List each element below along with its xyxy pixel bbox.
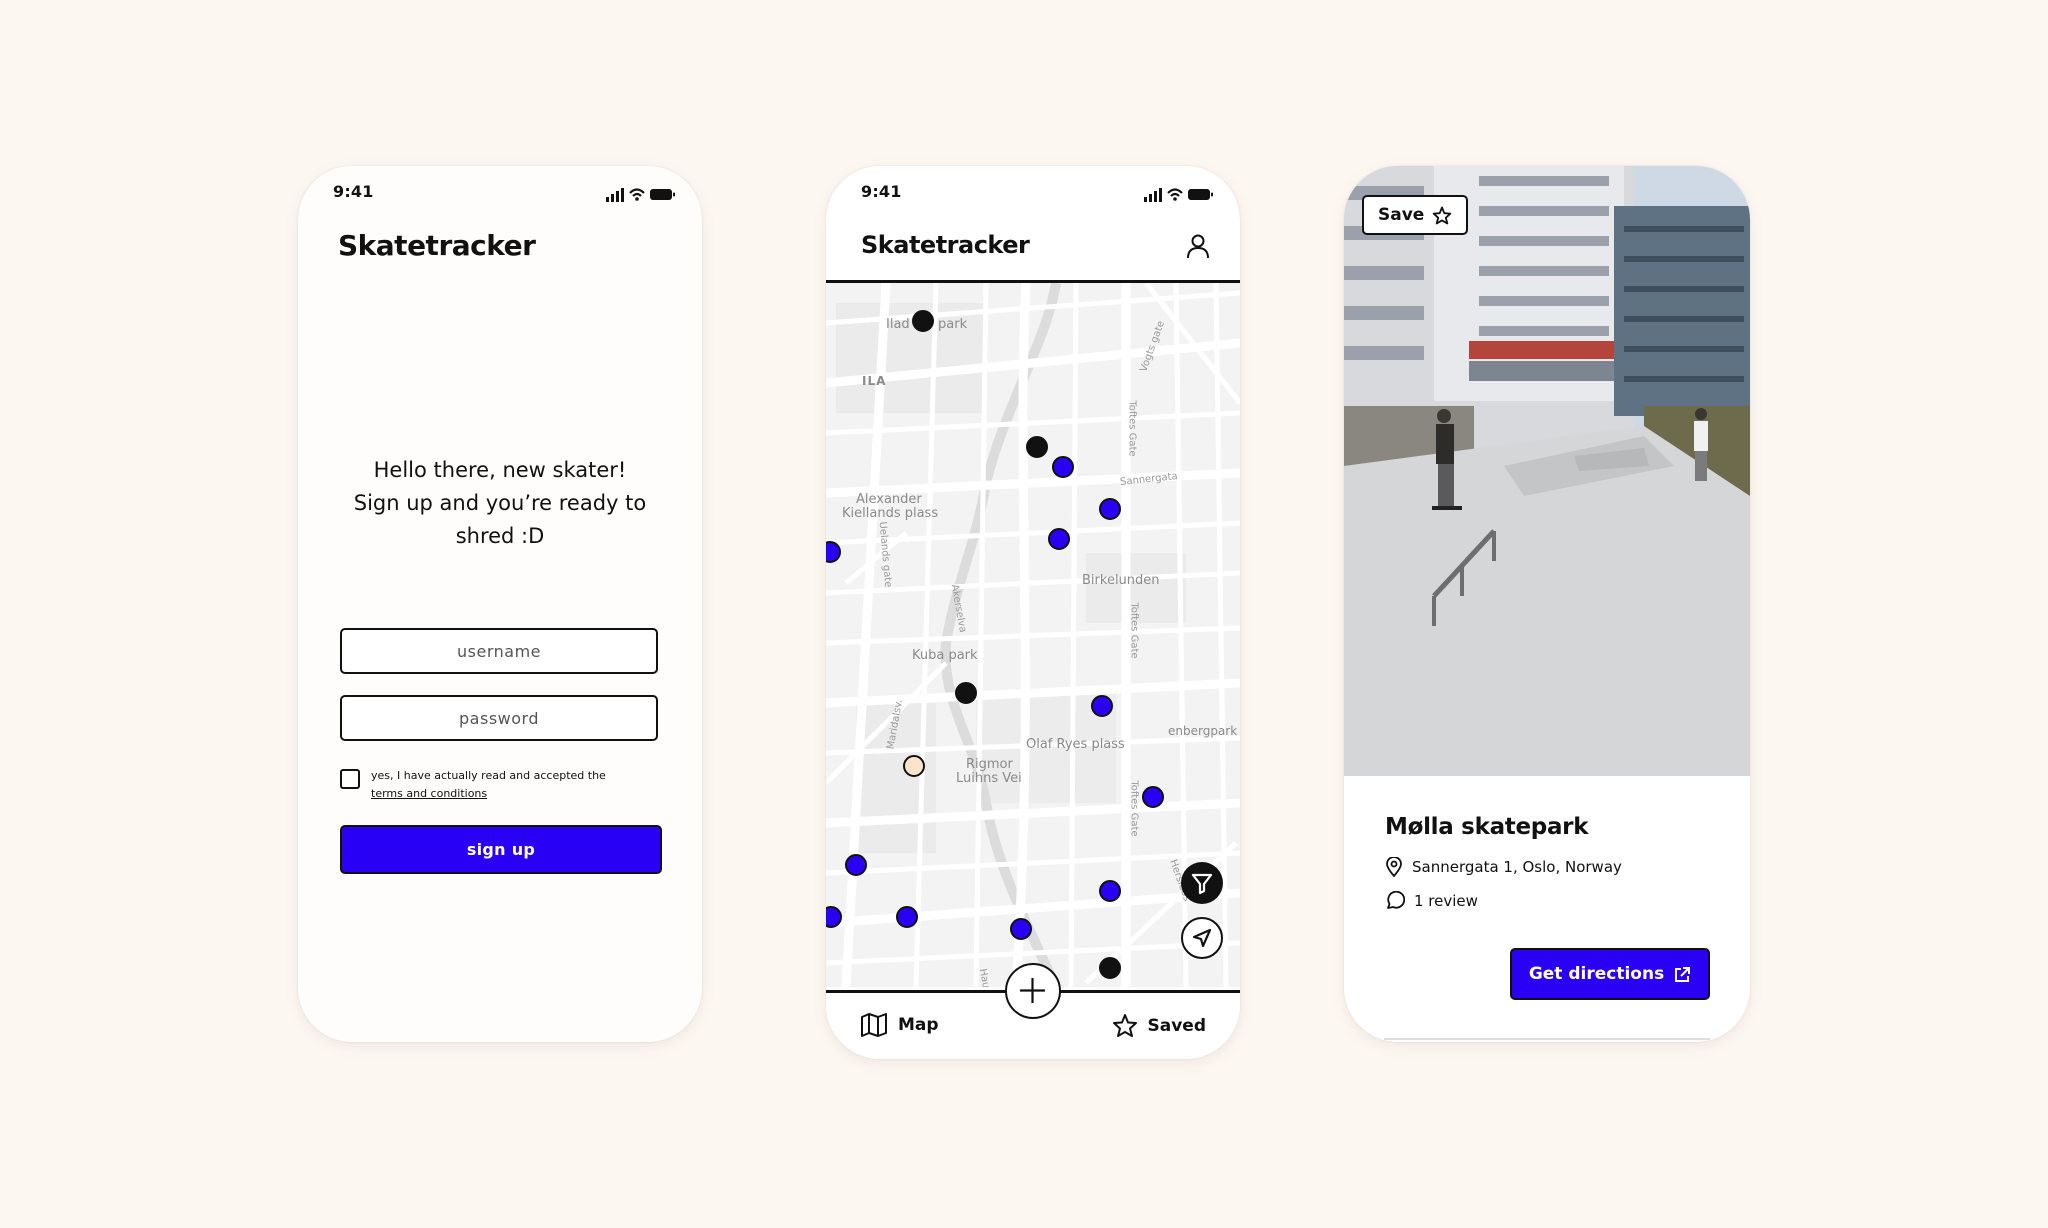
tab-saved-label: Saved	[1147, 1015, 1207, 1036]
map-pin[interactable]	[955, 682, 977, 704]
plus-icon	[1020, 978, 1045, 1003]
terms-label: yes, I have actually read and accepted t…	[371, 769, 606, 782]
map-pin[interactable]	[1142, 786, 1164, 808]
save-label: Save	[1378, 205, 1425, 225]
street-label: Toftes Gate	[1128, 602, 1140, 659]
map-pin[interactable]	[1099, 880, 1121, 902]
status-time: 9:41	[333, 182, 374, 201]
welcome-line: Sign up and you’re ready to	[353, 491, 647, 515]
spot-photo	[1344, 166, 1750, 776]
navigation-arrow-icon	[1192, 928, 1212, 948]
map-label: Kiellands plass	[842, 506, 939, 521]
tab-map[interactable]: Map	[860, 1013, 939, 1037]
status-bar: 9:41	[298, 182, 702, 210]
reviews-row[interactable]: 1 review	[1385, 891, 1478, 910]
map-pin[interactable]	[1091, 695, 1113, 717]
map-pin[interactable]	[896, 906, 918, 928]
filter-button[interactable]	[1181, 862, 1223, 904]
map-label: Kuba park	[912, 648, 978, 663]
map-label: Rigmor	[966, 757, 1013, 772]
address-row: Sannergata 1, Oslo, Norway	[1385, 857, 1622, 877]
map-pin[interactable]	[1048, 528, 1070, 550]
map-pin[interactable]	[912, 310, 934, 332]
map-pin[interactable]	[1026, 436, 1048, 458]
welcome-message: Hello there, new skater! Sign up and you…	[338, 454, 662, 553]
comment-icon	[1387, 891, 1405, 909]
map-label: Luihns Vei	[956, 771, 1022, 786]
map-pin[interactable]	[1099, 498, 1121, 520]
status-time: 9:41	[861, 182, 902, 201]
street-label: Toftes Gate	[1128, 780, 1140, 837]
status-icons	[1144, 188, 1213, 202]
map-pin-selected[interactable]	[903, 755, 925, 777]
street-label: Toftes Gate	[1126, 400, 1138, 457]
map-label: Birkelunden	[1082, 573, 1160, 588]
map-view[interactable]: Ilad park ILA Alexander Kiellands plass …	[826, 283, 1240, 987]
map-screen: 9:41 Skatetracker Ilad park ILA Alexande…	[826, 166, 1240, 1059]
map-pin[interactable]	[1099, 957, 1121, 979]
username-input[interactable]	[340, 628, 658, 674]
save-button[interactable]: Save	[1362, 195, 1469, 235]
review-count: 1 review	[1414, 891, 1478, 910]
external-link-icon	[1675, 966, 1691, 982]
app-logo: Skatetracker	[338, 229, 536, 262]
star-icon	[1112, 1014, 1137, 1037]
welcome-line: shred :D	[455, 524, 545, 548]
terms-text: yes, I have actually read and accepted t…	[371, 767, 661, 803]
signup-screen: 9:41 Skatetracker Hello there, new skate…	[298, 166, 702, 1042]
status-bar: 9:41	[826, 182, 1240, 210]
map-label: ILA	[862, 374, 887, 388]
map-label: Olaf Ryes plass	[1026, 737, 1125, 752]
locate-button[interactable]	[1181, 917, 1223, 959]
terms-checkbox[interactable]	[340, 769, 360, 789]
spot-detail-screen: Save Mølla skatepark Sannergata 1, Oslo,…	[1344, 166, 1750, 1042]
spot-address: Sannergata 1, Oslo, Norway	[1412, 858, 1622, 876]
map-label: Alexander	[856, 492, 922, 507]
app-logo: Skatetracker	[861, 231, 1030, 259]
status-icons	[606, 188, 675, 202]
map-label: Ilad	[886, 317, 910, 332]
signup-button[interactable]: sign up	[340, 825, 662, 874]
star-icon	[1433, 206, 1452, 224]
welcome-line: Hello there, new skater!	[373, 458, 627, 482]
password-input[interactable]	[340, 695, 658, 741]
terms-link[interactable]: terms and conditions	[371, 787, 487, 800]
get-directions-button[interactable]: Get directions	[1510, 948, 1710, 1000]
filter-icon	[1191, 873, 1213, 895]
divider	[1384, 1038, 1710, 1040]
map-icon	[861, 1013, 887, 1037]
tab-map-label: Map	[898, 1015, 939, 1035]
map-pin[interactable]	[1052, 456, 1074, 478]
map-pin[interactable]	[1010, 918, 1032, 940]
map-label: park	[938, 317, 968, 332]
user-icon[interactable]	[1186, 233, 1210, 259]
map-label: enbergpark	[1168, 724, 1238, 738]
tab-saved[interactable]: Saved	[1112, 1013, 1207, 1038]
add-spot-button[interactable]	[1005, 963, 1061, 1019]
map-pin[interactable]	[845, 854, 867, 876]
location-pin-icon	[1386, 857, 1402, 877]
directions-label: Get directions	[1528, 964, 1665, 984]
spot-name: Mølla skatepark	[1385, 814, 1589, 840]
